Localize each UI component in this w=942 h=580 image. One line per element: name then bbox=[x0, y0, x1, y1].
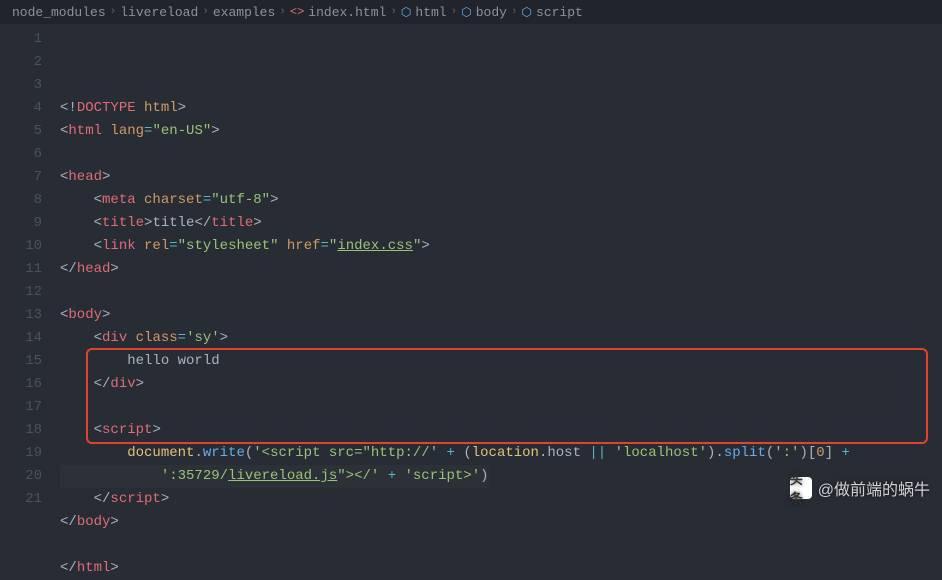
code-line[interactable]: <link rel="stylesheet" href="index.css"> bbox=[60, 235, 942, 258]
chevron-right-icon: › bbox=[511, 6, 518, 18]
breadcrumb-item[interactable]: <>index.html bbox=[290, 5, 386, 20]
breadcrumb-item[interactable]: livereload bbox=[120, 5, 198, 20]
line-number: 21 bbox=[0, 488, 42, 511]
code-area[interactable]: <!DOCTYPE html><html lang="en-US"> <head>… bbox=[60, 24, 942, 510]
code-line[interactable]: hello world bbox=[60, 350, 942, 373]
code-line[interactable]: <script> bbox=[60, 419, 942, 442]
code-line[interactable] bbox=[60, 143, 942, 166]
line-number: 1 bbox=[0, 28, 42, 51]
breadcrumb-item[interactable]: examples bbox=[213, 5, 275, 20]
line-number: 7 bbox=[0, 166, 42, 189]
code-line[interactable] bbox=[60, 534, 942, 557]
line-number: 6 bbox=[0, 143, 42, 166]
line-number: 10 bbox=[0, 235, 42, 258]
code-line[interactable]: <meta charset="utf-8"> bbox=[60, 189, 942, 212]
line-number: 8 bbox=[0, 189, 42, 212]
line-number: 17 bbox=[0, 396, 42, 419]
code-line[interactable]: <html lang="en-US"> bbox=[60, 120, 942, 143]
watermark-text: @做前端的蜗牛 bbox=[818, 476, 930, 500]
line-number: 14 bbox=[0, 327, 42, 350]
line-number: 2 bbox=[0, 51, 42, 74]
code-line[interactable]: <title>title</title> bbox=[60, 212, 942, 235]
code-editor[interactable]: 123456789101112131415161718192021 <!DOCT… bbox=[0, 24, 942, 510]
code-line[interactable]: document.write('<script src="http://' + … bbox=[60, 442, 942, 465]
symbol-icon: ⬡ bbox=[461, 5, 471, 20]
code-line[interactable]: <!DOCTYPE html> bbox=[60, 97, 942, 120]
line-number: 9 bbox=[0, 212, 42, 235]
chevron-right-icon: › bbox=[110, 6, 117, 18]
line-number: 12 bbox=[0, 281, 42, 304]
breadcrumb-item[interactable]: node_modules bbox=[12, 5, 106, 20]
line-number: 15 bbox=[0, 350, 42, 373]
line-number: 19 bbox=[0, 442, 42, 465]
code-line[interactable]: </div> bbox=[60, 373, 942, 396]
line-number: 18 bbox=[0, 419, 42, 442]
code-line[interactable]: <head> bbox=[60, 166, 942, 189]
chevron-right-icon: › bbox=[390, 6, 397, 18]
breadcrumb-item[interactable]: ⬡html bbox=[401, 5, 447, 20]
line-number: 13 bbox=[0, 304, 42, 327]
watermark: 头条 @做前端的蜗牛 bbox=[790, 476, 930, 500]
code-line[interactable]: </body> bbox=[60, 511, 942, 534]
code-line[interactable]: <body> bbox=[60, 304, 942, 327]
watermark-icon: 头条 bbox=[790, 477, 812, 499]
code-line[interactable]: <div class='sy'> bbox=[60, 327, 942, 350]
html-file-icon: <> bbox=[290, 5, 304, 19]
symbol-icon: ⬡ bbox=[401, 5, 411, 20]
line-number: 5 bbox=[0, 120, 42, 143]
chevron-right-icon: › bbox=[451, 6, 458, 18]
line-number: 4 bbox=[0, 97, 42, 120]
line-number: 20 bbox=[0, 465, 42, 488]
code-line[interactable]: </head> bbox=[60, 258, 942, 281]
code-line[interactable] bbox=[60, 396, 942, 419]
line-number: 11 bbox=[0, 258, 42, 281]
code-line[interactable]: </html> bbox=[60, 557, 942, 580]
breadcrumb-item[interactable]: ⬡script bbox=[522, 5, 583, 20]
breadcrumb: node_modules › livereload › examples › <… bbox=[0, 0, 942, 24]
symbol-icon: ⬡ bbox=[522, 5, 532, 20]
breadcrumb-item[interactable]: ⬡body bbox=[461, 5, 507, 20]
line-number-gutter: 123456789101112131415161718192021 bbox=[0, 24, 60, 510]
chevron-right-icon: › bbox=[279, 6, 286, 18]
chevron-right-icon: › bbox=[202, 6, 209, 18]
code-line[interactable] bbox=[60, 281, 942, 304]
line-number: 16 bbox=[0, 373, 42, 396]
line-number: 3 bbox=[0, 74, 42, 97]
